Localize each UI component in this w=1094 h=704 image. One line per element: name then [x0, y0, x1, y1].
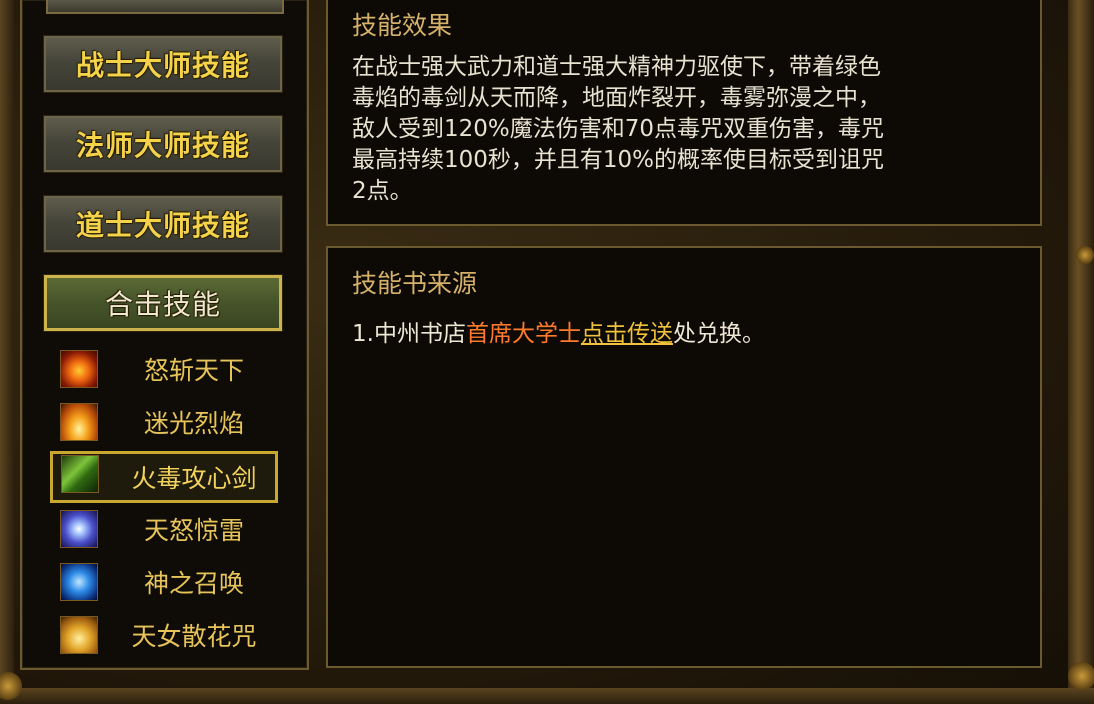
skill-item-tiannv-sanhuazhou[interactable]: 天女散花咒 [50, 612, 278, 658]
taoist-master-skills-label: 道士大师技能 [75, 209, 250, 242]
skill-effect-title: 技能效果 [352, 11, 453, 40]
skill-name: 天女散花咒 [131, 622, 257, 651]
skill-item-miguang-lieyan[interactable]: 迷光烈焰 [50, 399, 278, 445]
scrolled-button-stub[interactable] [46, 0, 284, 14]
skill-item-nuzhan-tianxia[interactable]: 怒斩天下 [50, 346, 278, 392]
effect-line: 最高持续100秒，并且有10%的概率使目标受到诅咒 [352, 147, 885, 173]
corner-ornament-right-upper [1076, 246, 1094, 264]
skill-name: 火毒攻心剑 [131, 464, 257, 493]
source-prefix: 1.中州书店 [352, 321, 466, 347]
skill-name: 迷光烈焰 [143, 409, 244, 438]
warrior-master-skills-button[interactable]: 战士大师技能 [43, 35, 283, 93]
source-suffix: 处兑换。 [672, 321, 765, 347]
frame-right-border [1068, 0, 1094, 704]
warrior-master-skills-label: 战士大师技能 [75, 49, 250, 82]
teleport-link[interactable]: 点击传送 [581, 321, 673, 347]
mage-master-skills-button[interactable]: 法师大师技能 [43, 115, 283, 173]
corner-ornament-right [1068, 662, 1094, 690]
skill-item-shenzhi-zhaohuan[interactable]: 神之召唤 [50, 559, 278, 605]
skill-item-huodu-gongxinjian[interactable]: 火毒攻心剑 [50, 451, 278, 503]
lightning-orb-icon [60, 510, 98, 548]
effect-line: 敌人受到120%魔法伤害和70点毒咒双重伤害，毒咒 [352, 116, 885, 142]
effect-line: 2点。 [352, 178, 413, 204]
skill-book-source-panel: 技能书来源 1.中州书店首席大学士点击传送处兑换。 [326, 246, 1042, 668]
poison-sword-icon [61, 455, 99, 493]
combo-skills-label: 合击技能 [104, 288, 221, 321]
fire-slash-icon [60, 350, 98, 388]
skill-book-source-title: 技能书来源 [352, 269, 478, 298]
skill-effect-panel: 技能效果 在战士强大武力和道士强大精神力驱使下，带着绿色 毒焰的毒剑从天而降，地… [326, 0, 1042, 226]
skill-name: 天怒惊雷 [143, 516, 244, 545]
golden-flower-icon [60, 616, 98, 654]
frame-left-border [0, 0, 14, 704]
mage-master-skills-label: 法师大师技能 [75, 129, 250, 162]
skill-name: 神之召唤 [143, 569, 244, 598]
skill-name: 怒斩天下 [143, 356, 244, 385]
summon-orb-icon [60, 563, 98, 601]
skill-effect-description: 在战士强大武力和道士强大精神力驱使下，带着绿色 毒焰的毒剑从天而降，地面炸裂开，… [352, 52, 1022, 207]
frame-bottom-border [0, 688, 1094, 704]
npc-name-link[interactable]: 首席大学士 [466, 321, 581, 347]
combo-skills-button[interactable]: 合击技能 [43, 274, 283, 332]
effect-line: 在战士强大武力和道士强大精神力驱使下，带着绿色 [352, 54, 881, 80]
effect-line: 毒焰的毒剑从天而降，地面炸裂开，毒雾弥漫之中， [352, 85, 881, 111]
flame-icon [60, 403, 98, 441]
taoist-master-skills-button[interactable]: 道士大师技能 [43, 195, 283, 253]
skill-item-tiannu-jinglei[interactable]: 天怒惊雷 [50, 506, 278, 552]
source-entry: 1.中州书店首席大学士点击传送处兑换。 [352, 314, 765, 348]
